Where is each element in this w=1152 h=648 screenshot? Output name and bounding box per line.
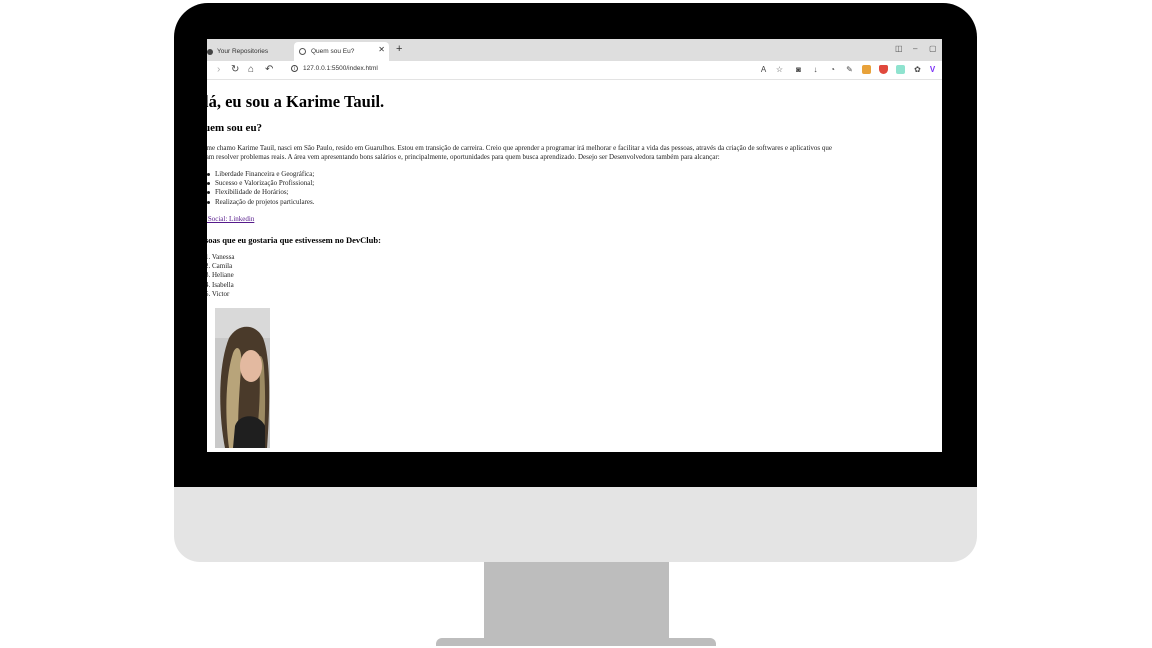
plus-icon[interactable]: + [396,43,402,55]
monitor-stand-base [436,638,716,646]
tab-label: Quem sou Eu? [311,48,355,55]
people-list: 1. Vanessa 2. Camila 3. Heliane 4. Isabe… [207,253,234,299]
list-item: Realização de projetos particulares. [207,198,315,207]
translate-icon[interactable]: A [759,65,768,74]
list-item: Liberdade Financeira e Geográfica; [207,170,315,179]
browser-window: Your Repositories Quem sou Eu? ✕ + ◫ – ▢… [207,39,942,452]
minimize-icon[interactable]: – [913,44,917,53]
forward-icon[interactable]: › [217,64,220,75]
paragraph-line: , me chamo Karime Tauil, nasci em São Pa… [207,144,832,152]
maximize-icon[interactable]: ▢ [929,44,937,53]
list-item: 3. Heliane [207,271,234,280]
reload-icon[interactable]: ↻ [231,64,239,75]
extension-icon[interactable]: ✎ [845,65,854,74]
list-item: 2. Camila [207,262,233,271]
profile-photo [215,308,270,448]
url-field[interactable]: i 127.0.0.1:5500/index.html [291,65,378,72]
about-paragraph: , me chamo Karime Tauil, nasci em São Pa… [207,144,928,162]
page-content: lá, eu sou a Karime Tauil. uem sou eu? ,… [207,80,942,452]
extension-icon[interactable] [862,65,871,74]
info-icon[interactable]: i [291,65,298,72]
close-icon[interactable]: ✕ [378,45,385,54]
github-icon [207,48,213,55]
shield-icon[interactable] [879,65,888,74]
paragraph-line: sam resolver problemas reais. A área vem… [207,153,720,161]
screenshot-icon[interactable]: ◙ [794,65,803,74]
section-heading-about: uem sou eu? [207,122,263,134]
tab-actions-icon[interactable]: ◫ [895,44,903,53]
vee-icon[interactable]: V [928,65,937,74]
home-icon[interactable]: ⌂ [248,64,254,75]
tab-your-repositories[interactable]: Your Repositories [207,42,293,61]
tab-label: Your Repositories [217,48,269,55]
address-bar: › ↻ ⌂ ↶ i 127.0.0.1:5500/index.html A ☆ … [207,61,942,80]
undo-icon[interactable]: ↶ [265,64,273,75]
globe-icon [299,48,306,55]
list-item: Sucesso e Valorização Profissional; [207,179,315,188]
linkedin-link[interactable]: e Social: Linkedin [207,215,254,223]
section-heading-devclub: soas que eu gostaria que estivessem no D… [207,235,381,245]
monitor-stand [484,562,669,640]
list-item: 5. Victor [207,289,230,298]
list-item: 4. Isabella [207,280,234,289]
page-heading: lá, eu sou a Karime Tauil. [207,92,385,111]
list-item: 1. Vanessa [207,253,235,261]
history-icon[interactable]: ◔ [828,65,837,74]
extension-icon[interactable] [896,65,905,74]
tab-quem-sou-eu[interactable]: Quem sou Eu? ✕ [294,42,389,61]
monitor-chin [174,487,977,562]
extension-icon[interactable]: ✿ [913,65,922,74]
list-item: Flexibilidade de Horários; [207,188,315,197]
download-icon[interactable]: ↓ [811,65,820,74]
goals-list: Liberdade Financeira e Geográfica; Suces… [207,170,315,207]
bookmark-star-icon[interactable]: ☆ [775,65,784,74]
url-text: 127.0.0.1:5500/index.html [303,65,378,72]
tab-bar: Your Repositories Quem sou Eu? ✕ + ◫ – ▢ [207,39,942,61]
